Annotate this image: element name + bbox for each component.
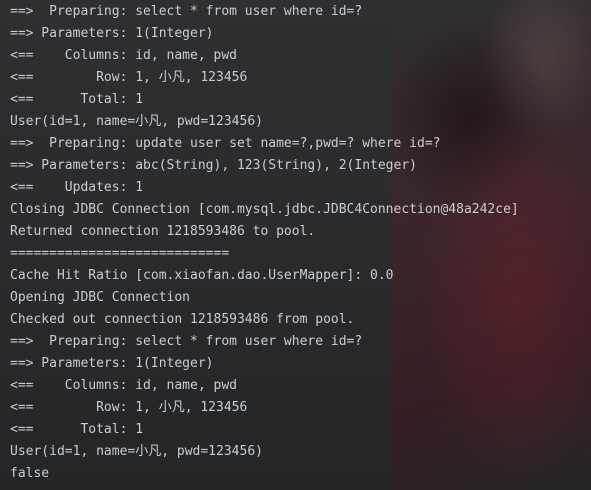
console-line: <== Row: 1, 小凡, 123456 [10, 70, 248, 85]
console-line: User(id=1, name=小凡, pwd=123456) [10, 444, 263, 459]
console-line: User(id=1, name=小凡, pwd=123456) [10, 114, 263, 129]
console-output[interactable]: ==> Preparing: select * from user where … [0, 0, 591, 490]
console-line: ==> Parameters: 1(Integer) [10, 356, 214, 371]
console-line: <== Columns: id, name, pwd [10, 48, 237, 63]
console-line: ==> Preparing: update user set name=?,pw… [10, 136, 441, 151]
console-line: <== Row: 1, 小凡, 123456 [10, 400, 248, 415]
console-line: ==> Preparing: select * from user where … [10, 4, 363, 19]
console-line: Cache Hit Ratio [com.xiaofan.dao.UserMap… [10, 268, 394, 283]
console-separator-line: ============================ [10, 246, 230, 261]
console-line: <== Total: 1 [10, 422, 144, 437]
console-line: Opening JDBC Connection [10, 290, 191, 305]
console-line: Checked out connection 1218593486 from p… [10, 312, 355, 327]
console-line: <== Updates: 1 [10, 180, 144, 195]
console-line: Returned connection 1218593486 to pool. [10, 224, 316, 239]
console-line: ==> Parameters: 1(Integer) [10, 26, 214, 41]
console-line: ==> Parameters: abc(String), 123(String)… [10, 158, 417, 173]
console-line: false [10, 466, 50, 481]
console-line: Closing JDBC Connection [com.mysql.jdbc.… [10, 202, 519, 217]
console-line: ==> Preparing: select * from user where … [10, 334, 363, 349]
console-line: <== Total: 1 [10, 92, 144, 107]
console-line: <== Columns: id, name, pwd [10, 378, 237, 393]
